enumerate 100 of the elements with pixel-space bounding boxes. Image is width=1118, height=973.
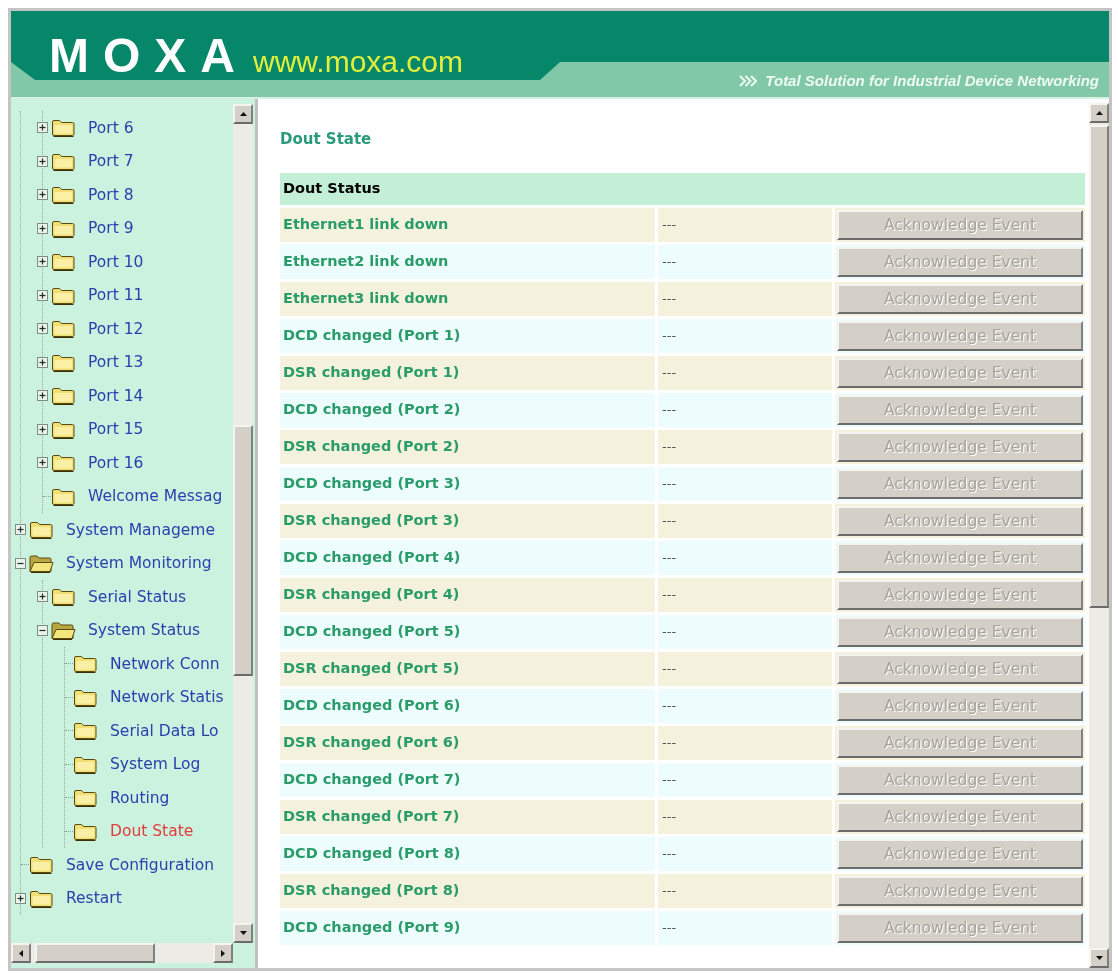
plus-box-icon[interactable] bbox=[37, 356, 48, 368]
left-arrow-icon bbox=[19, 949, 23, 957]
scroll-right-button[interactable] bbox=[213, 943, 233, 963]
tree-link[interactable]: System Monitoring bbox=[66, 553, 212, 574]
down-arrow-icon bbox=[1095, 956, 1103, 960]
plus-box-icon[interactable] bbox=[37, 256, 48, 268]
tree-link[interactable]: Restart bbox=[66, 888, 122, 909]
up-arrow-icon bbox=[239, 112, 247, 116]
tree-link[interactable]: Port 6 bbox=[88, 117, 134, 138]
table-cell: --- bbox=[658, 837, 832, 871]
table-cell: DSR changed (Port 1) bbox=[280, 356, 655, 390]
chevrons-icon bbox=[739, 75, 758, 87]
scroll-up-button[interactable] bbox=[1089, 103, 1109, 123]
folder-icon bbox=[73, 721, 98, 741]
plus-box-icon[interactable] bbox=[37, 155, 48, 167]
tree-link[interactable]: Serial Status bbox=[88, 586, 187, 607]
table-cell: --- bbox=[658, 356, 832, 390]
tree-link[interactable]: Welcome Messag bbox=[88, 486, 223, 507]
tree-link[interactable]: Dout State bbox=[110, 821, 194, 842]
plus-box-icon[interactable] bbox=[37, 457, 48, 469]
table-cell: DSR changed (Port 4) bbox=[280, 578, 655, 612]
table-cell: DSR changed (Port 3) bbox=[280, 504, 655, 538]
folder-icon bbox=[73, 821, 98, 841]
table-cell: DCD changed (Port 5) bbox=[280, 615, 655, 649]
folder-icon bbox=[73, 687, 98, 707]
scroll-up-button[interactable] bbox=[233, 104, 253, 124]
table-cell: --- bbox=[658, 319, 832, 353]
table-cell: Ethernet3 link down bbox=[280, 282, 655, 316]
table-cell: --- bbox=[658, 245, 832, 279]
tree-link[interactable]: Port 8 bbox=[88, 184, 134, 205]
tree-link[interactable]: Port 11 bbox=[88, 285, 144, 306]
table-cell: DSR changed (Port 5) bbox=[280, 652, 655, 686]
plus-box-icon[interactable] bbox=[15, 524, 26, 536]
table-cell: DCD changed (Port 8) bbox=[280, 837, 655, 871]
tree-link[interactable]: Port 10 bbox=[88, 251, 144, 272]
table-cell: DSR changed (Port 7) bbox=[280, 800, 655, 834]
scroll-down-button[interactable] bbox=[1089, 948, 1109, 968]
scroll-down-button[interactable] bbox=[233, 923, 253, 943]
page-title: Dout State bbox=[280, 129, 373, 149]
table-cell: --- bbox=[658, 726, 832, 760]
plus-box-icon[interactable] bbox=[37, 122, 48, 134]
tree-link[interactable]: Port 9 bbox=[88, 218, 134, 239]
tree-link[interactable]: Save Configuration bbox=[66, 854, 215, 875]
plus-box-icon[interactable] bbox=[37, 289, 48, 301]
table-cell: --- bbox=[658, 763, 832, 797]
tree-link[interactable]: System Status bbox=[88, 620, 201, 641]
minus-box-icon[interactable] bbox=[15, 557, 26, 569]
tree-link[interactable]: Network Statis bbox=[110, 687, 224, 708]
tree-link[interactable]: Port 13 bbox=[88, 352, 144, 373]
table-cell: DSR changed (Port 2) bbox=[280, 430, 655, 464]
table-cell: DSR changed (Port 8) bbox=[280, 874, 655, 908]
tree-link[interactable]: Network Conn bbox=[110, 653, 220, 674]
folder-icon bbox=[73, 754, 98, 774]
folder-icon bbox=[29, 855, 54, 875]
table-cell: Ethernet2 link down bbox=[280, 245, 655, 279]
plus-box-icon[interactable] bbox=[37, 591, 48, 603]
table-cell: --- bbox=[658, 430, 832, 464]
plus-box-icon[interactable] bbox=[37, 323, 48, 335]
scrollbar[interactable] bbox=[11, 943, 233, 963]
tree-link[interactable]: System Log bbox=[110, 754, 201, 775]
tree-link[interactable]: Port 15 bbox=[88, 419, 144, 440]
scrollbar-thumb[interactable] bbox=[35, 943, 155, 963]
scroll-left-button[interactable] bbox=[11, 943, 31, 963]
plus-box-icon[interactable] bbox=[37, 423, 48, 435]
table-cell: --- bbox=[658, 911, 832, 945]
table-cell: DCD changed (Port 9) bbox=[280, 911, 655, 945]
plus-box-icon[interactable] bbox=[37, 189, 48, 201]
table-title: Dout Status bbox=[280, 173, 1085, 205]
table-cell: --- bbox=[658, 504, 832, 538]
tree-link[interactable]: Port 14 bbox=[88, 385, 144, 406]
table-cell: DCD changed (Port 6) bbox=[280, 689, 655, 723]
table-cell: --- bbox=[658, 689, 832, 723]
plus-box-icon[interactable] bbox=[15, 892, 26, 904]
tree-link[interactable]: Port 12 bbox=[88, 318, 144, 339]
table-cell: --- bbox=[658, 652, 832, 686]
plus-box-icon[interactable] bbox=[37, 390, 48, 402]
table-cell: Ethernet1 link down bbox=[280, 208, 655, 242]
tree-link[interactable]: Serial Data Lo bbox=[110, 720, 219, 741]
table-cell: --- bbox=[658, 874, 832, 908]
table-cell: --- bbox=[658, 800, 832, 834]
table-cell: DCD changed (Port 3) bbox=[280, 467, 655, 501]
table-cell: --- bbox=[658, 578, 832, 612]
scrollbar-thumb[interactable] bbox=[233, 425, 253, 676]
table-cell: DCD changed (Port 1) bbox=[280, 319, 655, 353]
scrollbar-thumb[interactable] bbox=[1089, 125, 1109, 608]
minus-box-icon[interactable] bbox=[37, 624, 48, 636]
table-cell: DCD changed (Port 7) bbox=[280, 763, 655, 797]
tree-link[interactable]: System Manageme bbox=[66, 519, 215, 540]
folder-icon bbox=[73, 788, 98, 808]
folder-icon bbox=[73, 654, 98, 674]
tree-link[interactable]: Routing bbox=[110, 787, 170, 808]
table-cell: --- bbox=[658, 282, 832, 316]
scrollbar[interactable] bbox=[1089, 103, 1109, 968]
logo-text: MOXA bbox=[49, 32, 249, 80]
folder-icon bbox=[51, 486, 76, 506]
table-cell: --- bbox=[658, 615, 832, 649]
scrollbar[interactable] bbox=[233, 104, 253, 943]
plus-box-icon[interactable] bbox=[37, 222, 48, 234]
tree-link[interactable]: Port 16 bbox=[88, 452, 144, 473]
tree-link[interactable]: Port 7 bbox=[88, 151, 134, 172]
